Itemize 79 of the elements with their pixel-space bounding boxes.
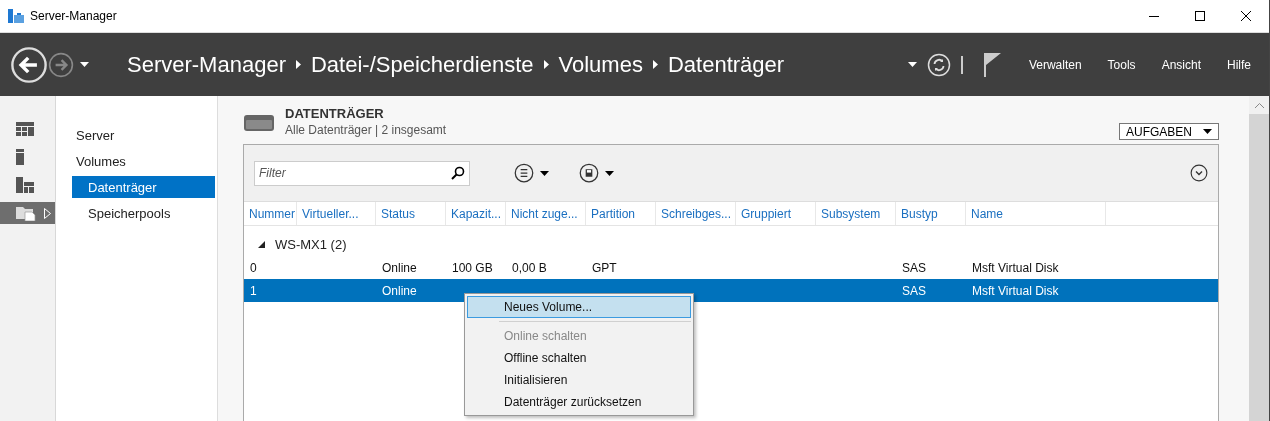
table-cell-text: 0,00 B bbox=[511, 260, 548, 275]
column-header[interactable]: Virtueller... bbox=[297, 202, 376, 225]
save-icon[interactable] bbox=[579, 163, 599, 183]
caret-icon[interactable] bbox=[605, 170, 614, 176]
table-cell-text: Msft Virtual Disk bbox=[971, 283, 1060, 298]
expand-icon[interactable] bbox=[1190, 164, 1208, 182]
column-header[interactable]: Nummer bbox=[244, 202, 297, 225]
menu-item[interactable]: Tools bbox=[1099, 57, 1144, 72]
table-row[interactable]: 0 Online 100 GB 0,00 B GPT SAS Msft Virtual Disk bbox=[244, 256, 1218, 279]
menu-item[interactable]: Offline schalten bbox=[467, 347, 691, 369]
nav-item[interactable]: Server bbox=[72, 124, 215, 146]
search-icon[interactable] bbox=[451, 166, 465, 180]
collapse-icon[interactable] bbox=[258, 240, 265, 248]
close-icon[interactable] bbox=[1241, 11, 1251, 21]
column-header[interactable]: Status bbox=[376, 202, 446, 225]
table-cell-text: 1 bbox=[249, 283, 258, 298]
nav-item[interactable]: Volumes bbox=[72, 150, 215, 172]
maximize-icon[interactable] bbox=[1195, 11, 1205, 21]
group-label: WS-MX1 (2) bbox=[275, 236, 347, 252]
column-header[interactable]: Name bbox=[966, 202, 1106, 225]
save-options-button[interactable] bbox=[579, 163, 614, 183]
app-icon bbox=[8, 9, 24, 23]
column-header[interactable]: Kapazit... bbox=[446, 202, 506, 225]
refresh-icon[interactable] bbox=[926, 52, 951, 77]
view-options-button[interactable] bbox=[514, 163, 549, 183]
dashboard-icon bbox=[16, 122, 34, 136]
minimize-icon[interactable] bbox=[1149, 15, 1159, 17]
table-cell-text: 100 GB bbox=[451, 260, 494, 275]
caret-icon[interactable] bbox=[540, 170, 549, 176]
table-cell-text: Online bbox=[381, 260, 418, 275]
menu-item[interactable]: Initialisieren bbox=[467, 369, 691, 391]
table-cell-text: 0 bbox=[249, 260, 258, 275]
scroll-up-icon[interactable] bbox=[1254, 102, 1264, 108]
section-subtitle: Alle Datenträger | 2 insgesamt bbox=[285, 123, 447, 137]
column-header[interactable]: Nicht zuge... bbox=[506, 202, 586, 225]
nav-item[interactable]: Datenträger bbox=[72, 176, 215, 198]
breadcrumb-arrow-icon bbox=[295, 60, 301, 69]
breadcrumb-arrow-icon bbox=[543, 60, 549, 69]
caret-icon[interactable] bbox=[1203, 129, 1212, 134]
filter-box[interactable]: Filter bbox=[254, 160, 470, 186]
column-header[interactable]: Subsystem bbox=[816, 202, 896, 225]
servers-icon bbox=[16, 177, 34, 193]
nav-item[interactable]: Speicherpools bbox=[72, 202, 215, 224]
back-button[interactable] bbox=[10, 45, 48, 84]
forward-button[interactable] bbox=[48, 51, 74, 78]
table-row[interactable]: 1 Online SAS Msft Virtual Disk bbox=[244, 279, 1218, 302]
list-icon[interactable] bbox=[514, 163, 534, 183]
table-cell-text: Online bbox=[381, 283, 418, 298]
column-header[interactable]: Gruppiert bbox=[736, 202, 816, 225]
menu-item[interactable]: Verwalten bbox=[1020, 57, 1090, 72]
breadcrumb-item[interactable]: Datei-/Speicherdienste bbox=[310, 51, 534, 78]
section-title: DATENTRÄGER bbox=[285, 106, 385, 121]
column-header[interactable]: Bustyp bbox=[896, 202, 966, 225]
folder-icon bbox=[16, 205, 36, 221]
menu-item[interactable]: Ansicht bbox=[1153, 57, 1209, 72]
breadcrumb-item[interactable]: Volumes bbox=[558, 51, 643, 78]
menu-item[interactable]: Datenträger zurücksetzen bbox=[467, 391, 691, 413]
rail-item[interactable] bbox=[0, 202, 55, 224]
column-header[interactable]: Schreibges... bbox=[656, 202, 736, 225]
tasks-button[interactable]: AUFGABEN bbox=[1119, 123, 1219, 140]
menu-item[interactable]: Neues Volume... bbox=[467, 296, 691, 318]
table-cell-text: SAS bbox=[901, 283, 927, 298]
server-icon bbox=[16, 149, 24, 165]
window-title: Server-Manager bbox=[30, 9, 117, 23]
dropdown-caret-icon[interactable] bbox=[907, 62, 917, 67]
column-header[interactable]: Partition bbox=[586, 202, 656, 225]
breadcrumb-arrow-icon bbox=[652, 60, 658, 69]
table-cell-text: SAS bbox=[901, 260, 927, 275]
scrollbar[interactable] bbox=[1249, 96, 1269, 421]
table-cell-text: GPT bbox=[591, 260, 618, 275]
table-cell-text: Msft Virtual Disk bbox=[971, 260, 1060, 275]
flag-icon[interactable] bbox=[982, 52, 1001, 77]
breadcrumb-item[interactable]: Server-Manager bbox=[127, 51, 286, 78]
separator-icon bbox=[960, 55, 963, 74]
breadcrumb-item[interactable]: Datenträger bbox=[667, 51, 785, 78]
expand-arrow-icon[interactable] bbox=[44, 207, 51, 219]
menu-item[interactable]: Hilfe bbox=[1219, 57, 1259, 72]
history-caret-icon[interactable] bbox=[80, 62, 89, 67]
filter-field[interactable]: Filter bbox=[259, 161, 451, 185]
